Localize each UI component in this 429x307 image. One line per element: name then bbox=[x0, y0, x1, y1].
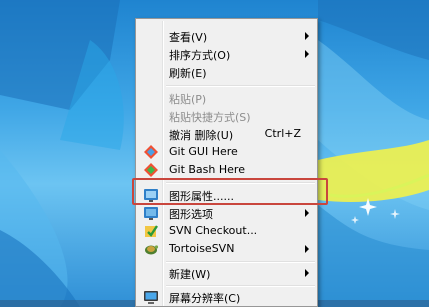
graphics-options-icon bbox=[144, 207, 158, 220]
menu-item-label: Git GUI Here bbox=[169, 145, 238, 158]
submenu-arrow-icon bbox=[305, 269, 309, 277]
menu-item-undo-delete[interactable]: 撤消 删除(U) Ctrl+Z bbox=[138, 124, 315, 144]
tortoisesvn-icon bbox=[145, 245, 159, 255]
submenu-arrow-icon bbox=[305, 245, 309, 253]
menu-item-git-bash[interactable]: Git Bash Here bbox=[138, 160, 315, 180]
menu-item-label: TortoiseSVN bbox=[169, 242, 235, 255]
svn-checkout-icon bbox=[145, 225, 158, 237]
menu-item-git-gui[interactable]: Git GUI Here bbox=[138, 142, 315, 162]
screen-resolution-icon bbox=[144, 291, 158, 304]
context-menu: 查看(V) 排序方式(O) 刷新(E) 粘贴(P) 粘贴快捷方式(S) 撤消 删… bbox=[135, 18, 318, 307]
menu-item-shortcut: Ctrl+Z bbox=[264, 127, 301, 140]
menu-item-tortoisesvn[interactable]: TortoiseSVN bbox=[138, 239, 315, 259]
menu-item-paste-shortcut[interactable]: 粘贴快捷方式(S) bbox=[138, 106, 315, 126]
menu-item-svn-checkout[interactable]: SVN Checkout... bbox=[138, 221, 315, 241]
highlight-annotation-box bbox=[132, 178, 328, 205]
menu-item-new[interactable]: 新建(W) bbox=[138, 263, 315, 283]
menu-item-label: 图形选项 bbox=[169, 208, 213, 221]
git-gui-icon bbox=[144, 145, 158, 159]
menu-item-label: 撤消 删除(U) bbox=[169, 129, 234, 142]
submenu-arrow-icon bbox=[305, 209, 309, 217]
menu-item-label: 粘贴(P) bbox=[169, 93, 207, 106]
menu-item-refresh[interactable]: 刷新(E) bbox=[138, 62, 315, 82]
menu-item-label: 排序方式(O) bbox=[169, 49, 231, 62]
menu-item-screen-resolution[interactable]: 屏幕分辨率(C) bbox=[138, 287, 315, 307]
menu-item-label: 屏幕分辨率(C) bbox=[169, 292, 241, 305]
submenu-arrow-icon bbox=[305, 50, 309, 58]
menu-item-graphics-options[interactable]: 图形选项 bbox=[138, 203, 315, 223]
menu-item-sort-by[interactable]: 排序方式(O) bbox=[138, 44, 315, 64]
submenu-arrow-icon bbox=[305, 32, 309, 40]
menu-item-label: 粘贴快捷方式(S) bbox=[169, 111, 251, 124]
menu-item-paste[interactable]: 粘贴(P) bbox=[138, 88, 315, 108]
menu-item-label: 查看(V) bbox=[169, 31, 208, 44]
menu-item-label: Git Bash Here bbox=[169, 163, 245, 176]
menu-separator bbox=[166, 85, 315, 87]
menu-item-label: SVN Checkout... bbox=[169, 224, 258, 237]
menu-item-view[interactable]: 查看(V) bbox=[138, 26, 315, 46]
git-bash-icon bbox=[144, 163, 158, 177]
menu-item-label: 新建(W) bbox=[169, 268, 211, 281]
menu-item-label: 刷新(E) bbox=[169, 67, 207, 80]
